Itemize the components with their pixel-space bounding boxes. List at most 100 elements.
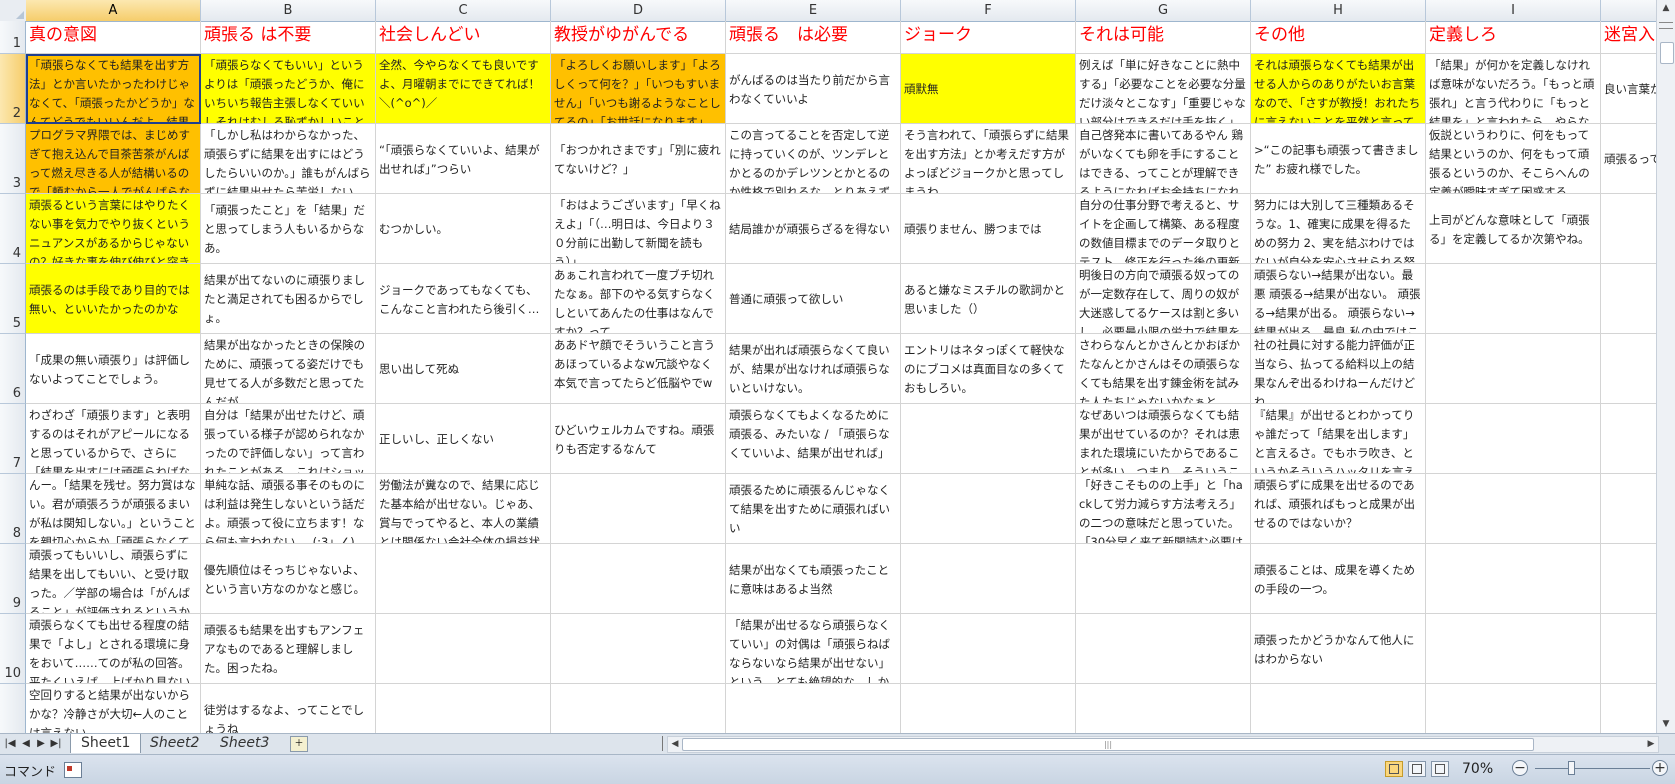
cell[interactable] — [1601, 404, 1657, 474]
last-sheet-icon[interactable]: ▶| — [49, 737, 63, 751]
column-header-H[interactable]: H — [1251, 0, 1426, 21]
cell[interactable]: 頑張るのは手段であり目的では無い、といいたかったのかな — [26, 264, 201, 334]
cell[interactable]: 「頑張らなくてもいい」というよりは「頑張ったどうか、俺にいちいち報告主張しなくて… — [201, 54, 376, 124]
column-title-cell[interactable]: 頑張る は不要 — [201, 21, 376, 54]
tab-sheet2[interactable]: Sheet2 — [140, 734, 209, 753]
vertical-split-handle[interactable] — [1659, 22, 1673, 29]
cell[interactable]: 「成果の無い頑張り」は評価しないよってことでしょう。 — [26, 334, 201, 404]
cell[interactable]: 頑默無 — [901, 54, 1076, 124]
cell[interactable] — [901, 614, 1076, 684]
cell[interactable]: 頑張らずに成果を出せるのであれば、頑張ればもっと成果が出せるのではないか？ — [1251, 474, 1426, 544]
zoom-in-icon[interactable]: + — [1652, 760, 1668, 776]
cell[interactable] — [901, 544, 1076, 614]
cell[interactable]: 「頑張らなくても結果を出す方法」とか言いたかったわけじゃなくて、「頑張ったかどう… — [26, 54, 201, 124]
cell[interactable] — [376, 684, 551, 733]
column-header-A[interactable]: A — [26, 0, 201, 21]
tab-sheet3[interactable]: Sheet3 — [210, 734, 279, 753]
cell[interactable]: 『結果』が出せるとわかってりゃ誰だって「結果を出します」と言えるさ。でもホラ吹き… — [1251, 404, 1426, 474]
cell[interactable]: 結果が出てないのに頑張りましたと満足されても困るからでしょ。 — [201, 264, 376, 334]
cell[interactable]: >“この記事も頑張って書きました” お疲れ様でした。 — [1251, 124, 1426, 194]
cell[interactable] — [1426, 264, 1601, 334]
cell[interactable]: 空回りすると結果が出ないからかな？冷静さが大切←人のことは言えない — [26, 684, 201, 733]
cell[interactable]: 優先順位はそっちじゃないよ、という言い方なのかなと感じ。 — [201, 544, 376, 614]
cell[interactable]: “「頑張らなくていいよ、結果が出せれば」”つらい — [376, 124, 551, 194]
cell[interactable]: 上司がどんな意味として「頑張る」を定義してるか次第やね。 — [1426, 194, 1601, 264]
cell[interactable]: 「おつかれさまです」「別に疲れてないけど？」 — [551, 124, 726, 194]
row-header-next[interactable] — [0, 684, 26, 733]
cell[interactable] — [1076, 614, 1251, 684]
cell[interactable]: 「しかし私はわからなかった、頑張らずに結果を出すにはどうしたらいいのか。」誰もが… — [201, 124, 376, 194]
cell[interactable] — [551, 544, 726, 614]
column-title-cell[interactable]: 真の意図 — [26, 21, 201, 54]
cell[interactable]: 徒労はするなよ、ってことでしょうね — [201, 684, 376, 733]
column-header-E[interactable]: E — [726, 0, 901, 21]
cell[interactable]: 頑張るという言葉にはやりたくない事を気力でやり抜くというニュアンスがあるからじゃ… — [26, 194, 201, 264]
cell[interactable]: 正しいし、正しくない — [376, 404, 551, 474]
cell[interactable]: 例えば「単に好きなことに熱中する」「必要なことを必要な分量だけ淡々とこなす」「重… — [1076, 54, 1251, 124]
cell[interactable]: 頑張るって — [1601, 124, 1657, 194]
cell[interactable]: ジョークであってもなくても、こんなこと言われたら後引く… — [376, 264, 551, 334]
column-header-C[interactable]: C — [376, 0, 551, 21]
cell[interactable] — [1076, 684, 1251, 733]
macro-record-icon[interactable] — [64, 762, 82, 778]
cell[interactable]: そう言われて、「頑張らずに結果を出す方法」とか考えだす方がよっぽどジョークかと思… — [901, 124, 1076, 194]
cell[interactable]: 結局誰かが頑張らざるを得ない — [726, 194, 901, 264]
column-title-cell[interactable]: 定義しろ — [1426, 21, 1601, 54]
cell[interactable] — [376, 614, 551, 684]
column-title-cell[interactable]: その他 — [1251, 21, 1426, 54]
row-header-2[interactable]: 2 — [0, 54, 26, 124]
cell[interactable]: さわらなんとかさんとかおぼかたなんとかさんはその頑張らなくても結果を出す錬金術を… — [1076, 334, 1251, 404]
column-header-G[interactable]: G — [1076, 0, 1251, 21]
zoom-slider-track[interactable] — [1535, 768, 1650, 769]
tab-sheet1[interactable]: Sheet1 — [70, 734, 142, 753]
column-title-cell[interactable]: 迷宮入 — [1601, 21, 1657, 54]
cell[interactable]: 頑張りません、勝つまでは — [901, 194, 1076, 264]
horizontal-scroll-thumb[interactable]: ||| — [682, 738, 1534, 751]
cell[interactable]: ああドヤ顔でそういうこと言うあほっているよなw冗談やなく本気で言ってたらど低脳や… — [551, 334, 726, 404]
scroll-right-icon[interactable]: ▶ — [1644, 737, 1658, 752]
cell[interactable] — [1601, 264, 1657, 334]
cell[interactable]: 労働法が糞なので、結果に応じた基本給が出せない。じゃあ、賞与でってやると、本人の… — [376, 474, 551, 544]
cell[interactable]: 思い出して死ぬ — [376, 334, 551, 404]
cell[interactable]: 「好きこそものの上手」と「hackして労力減らす方法考えろ」の二つの意味だと思っ… — [1076, 474, 1251, 544]
cell[interactable]: 仮説というわりに、何をもって結果というのか、何をもって頑張るというのか、そこらへ… — [1426, 124, 1601, 194]
column-header-F[interactable]: F — [901, 0, 1076, 21]
cell[interactable]: ひどいウェルカムですね。頑張りも否定するなんて — [551, 404, 726, 474]
cell[interactable]: あると嫌なミスチルの歌詞かと思いました（） — [901, 264, 1076, 334]
column-header-I[interactable]: I — [1426, 0, 1601, 21]
select-all-button[interactable] — [0, 0, 27, 21]
cell[interactable] — [1426, 614, 1601, 684]
cell[interactable]: 努力には大別して三種類あるそうな。1、確実に成果を得るための努力 2、実を結ぶわ… — [1251, 194, 1426, 264]
column-title-cell[interactable]: ジョーク — [901, 21, 1076, 54]
cell[interactable] — [1601, 684, 1657, 733]
cell[interactable] — [551, 684, 726, 733]
cell[interactable]: 結果が出れば頑張らなくて良いが、結果が出なければ頑張らないといけない。 — [726, 334, 901, 404]
cell[interactable]: 頑張るも結果を出すもアンフェアなものであると理解しました。困ったね。 — [201, 614, 376, 684]
row-header-4[interactable]: 4 — [0, 194, 26, 264]
cell[interactable]: 「結果」が何かを定義しなければ意味がないだろう。「もっと頑張れ」と言う代わりに「… — [1426, 54, 1601, 124]
cell[interactable] — [1601, 334, 1657, 404]
column-header-D[interactable]: D — [551, 0, 726, 21]
normal-view-icon[interactable] — [1385, 761, 1403, 777]
row-header-1[interactable]: 1 — [0, 21, 26, 54]
cell[interactable]: 良い言葉か — [1601, 54, 1657, 124]
cell[interactable]: 「結果が出せるなら頑張らなくていい」の対偶は「頑張らねばならないなら結果が出せな… — [726, 614, 901, 684]
cell[interactable]: 「頑張ったこと」を「結果」だと思ってしまう人もいるからなあ。 — [201, 194, 376, 264]
cell[interactable] — [1601, 474, 1657, 544]
cell[interactable]: 頑張ることは、成果を導くための手段の一つ。 — [1251, 544, 1426, 614]
row-header-5[interactable]: 5 — [0, 264, 26, 334]
vertical-scrollbar[interactable]: ▲ ▼ — [1656, 0, 1675, 733]
page-layout-view-icon[interactable] — [1408, 761, 1426, 777]
cell[interactable] — [1426, 474, 1601, 544]
prev-sheet-icon[interactable]: ◀ — [19, 737, 33, 751]
cell[interactable] — [901, 474, 1076, 544]
horizontal-scrollbar[interactable]: ◀ ||| ▶ — [667, 736, 1659, 753]
cell[interactable]: むつかしい。 — [376, 194, 551, 264]
cell[interactable]: それは頑張らなくても結果が出せる人からのありがたいお言葉なので、「さすが教授！お… — [1251, 54, 1426, 124]
column-header-B[interactable]: B — [201, 0, 376, 21]
cell[interactable] — [376, 544, 551, 614]
next-sheet-icon[interactable]: ▶ — [34, 737, 48, 751]
cell[interactable]: なぜあいつは頑張らなくても結果が出せているのか？それは恵まれた環境にいたからであ… — [1076, 404, 1251, 474]
cell[interactable] — [1426, 684, 1601, 733]
cell[interactable]: 単純な話、頑張る事そのものには利益は発生しないという話だよ。頑張って役に立ちます… — [201, 474, 376, 544]
